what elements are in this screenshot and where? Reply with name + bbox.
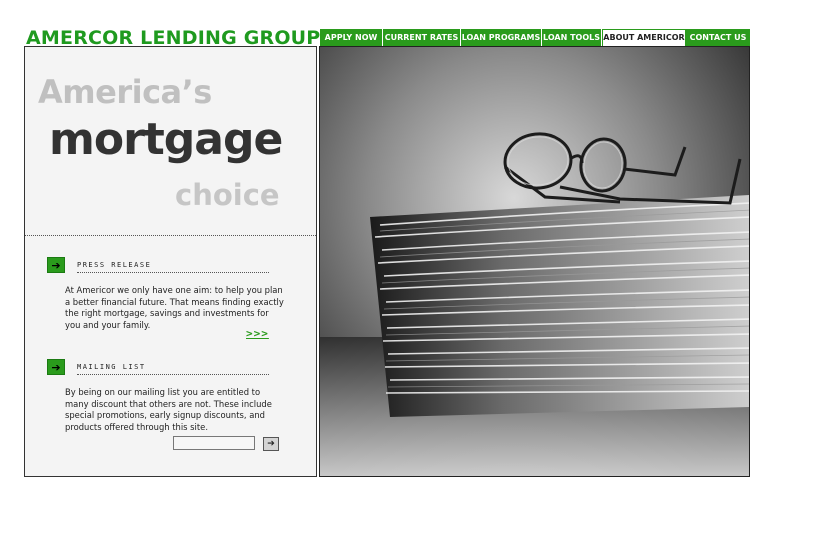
top-navigation: APPLY NOW CURRENT RATES LOAN PROGRAMS LO… — [320, 29, 750, 47]
nav-loan-tools[interactable]: LOAN TOOLS — [542, 29, 602, 47]
mailing-list-title: MAILING LIST — [77, 363, 269, 375]
nav-apply-now[interactable]: APPLY NOW — [320, 29, 383, 47]
tagline-line-3: choice — [175, 178, 280, 212]
press-release-text: At Americor we only have one aim: to hel… — [65, 285, 284, 331]
tagline-line-2: mortgage — [49, 114, 283, 165]
press-release-title: PRESS RELEASE — [77, 261, 269, 273]
press-release-arrow-button[interactable]: ➔ — [47, 257, 65, 273]
left-panel: America’s mortgage choice ➔ PRESS RELEAS… — [24, 46, 317, 477]
hero-tagline: America’s mortgage choice — [25, 47, 316, 236]
mailing-list-arrow-button[interactable]: ➔ — [47, 359, 65, 375]
arrow-right-icon: ➔ — [51, 360, 61, 374]
nav-about-americor[interactable]: ABOUT AMERICOR — [602, 29, 686, 47]
arrow-right-icon: ➔ — [267, 439, 275, 449]
nav-current-rates[interactable]: CURRENT RATES — [383, 29, 461, 47]
mailing-list-email-input[interactable] — [173, 436, 255, 450]
mailing-list-header: ➔ MAILING LIST — [47, 359, 269, 375]
hero-photo-papers-glasses — [319, 46, 750, 477]
tagline-line-1: America’s — [38, 73, 212, 111]
arrow-right-icon: ➔ — [51, 258, 61, 272]
press-release-header: ➔ PRESS RELEASE — [47, 257, 269, 273]
mailing-list-submit-button[interactable]: ➔ — [263, 437, 279, 451]
mailing-list-text: By being on our mailing list you are ent… — [65, 387, 272, 433]
info-section: ➔ PRESS RELEASE At Americor we only have… — [25, 236, 316, 476]
press-release-more-link[interactable]: >>> — [246, 327, 269, 340]
nav-contact-us[interactable]: CONTACT US — [686, 29, 750, 47]
nav-loan-programs[interactable]: LOAN PROGRAMS — [461, 29, 542, 47]
